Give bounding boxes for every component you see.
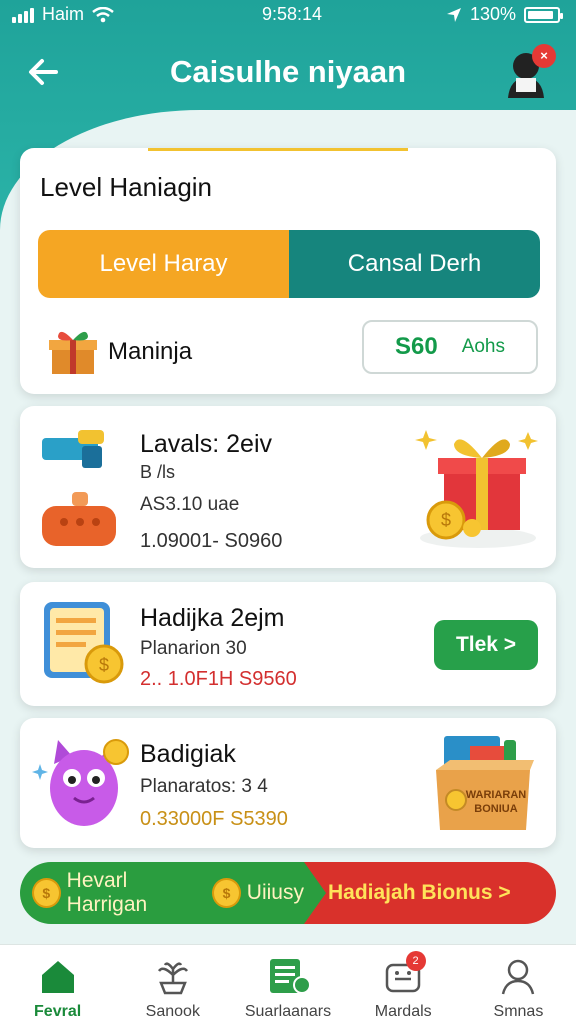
tab-level[interactable]: Level Haray — [38, 230, 289, 298]
bottom-tab-bar: Fevral Sanook Suarlaanars 2 Mardals Smna… — [0, 944, 576, 1025]
item-line-2: 2.. 1.0F1H S9560 — [140, 668, 297, 690]
level-card: Level Haniagin Level Haray Cansal Derh M… — [20, 148, 556, 394]
tab-home[interactable]: Fevral — [0, 945, 115, 1025]
banner-middle-text: Uiiusy — [246, 881, 304, 904]
svg-text:$: $ — [441, 510, 451, 530]
item-title: Lavals: 2eiv — [140, 430, 273, 458]
banner-right-text: Hadiajah Bionus > — [328, 881, 511, 904]
coin-icon: $ — [32, 878, 61, 908]
status-left: Haim — [12, 4, 114, 25]
tab-label: Mardals — [374, 1003, 432, 1020]
list-item[interactable]: $ Hadijka 2ejm Planarion 30 2.. 1.0F1H S… — [20, 582, 556, 706]
tab-label: Suarlaanars — [244, 1003, 332, 1020]
carrier-name: Haim — [42, 4, 85, 24]
item-line-1: Planaratos: 3 4 — [140, 776, 268, 797]
notification-badge: × — [532, 44, 556, 68]
item-line-2: 0.33000F S5390 — [140, 808, 288, 830]
list-item[interactable]: Lavals: 2eiv B /ls AS3.10 uae 1.09001- S… — [20, 406, 556, 568]
toaster-icon — [42, 492, 116, 546]
tab-label: Smnas — [493, 1003, 544, 1020]
tab-sanook[interactable]: Sanook — [115, 945, 230, 1025]
item-title: Hadijka 2ejm — [140, 604, 285, 632]
banner-left-text: Hevarl Harrigan — [66, 869, 148, 916]
tab-mardals[interactable]: 2 Mardals — [346, 945, 461, 1025]
battery-icon — [524, 6, 563, 23]
item-line-3: 1.09001- S0960 — [140, 530, 283, 552]
gift-box-icon — [49, 331, 97, 374]
svg-text:$: $ — [99, 655, 109, 675]
list-item[interactable]: Badigiak Planaratos: 3 4 0.33000F S5390 … — [20, 718, 556, 848]
banner-left: $ Hevarl Harrigan $ Uiiusy — [20, 862, 304, 924]
status-right: 130% — [446, 4, 563, 25]
status-bar: Haim 9:58:14 130% — [0, 0, 576, 30]
tab-badge: 2 — [405, 951, 426, 971]
tablet-icon: $ — [44, 602, 124, 684]
stack-icon — [42, 430, 104, 468]
status-time: 9:58:14 — [262, 4, 323, 24]
page-title: Caisulhe niyaan — [169, 54, 407, 89]
battery-percent: 130% — [469, 4, 516, 24]
tab-label: Fevral — [34, 1003, 82, 1020]
banner-divider — [304, 862, 326, 924]
wifi-icon — [92, 6, 114, 22]
tab-suarlaanars[interactable]: Suarlaanars — [230, 945, 345, 1025]
gift-coins-illustration: $ — [415, 430, 538, 548]
card-accent-line — [148, 148, 408, 151]
chat-list-icon — [270, 959, 310, 994]
reward-value: S60 — [394, 333, 438, 360]
reward-unit: Aohs — [461, 336, 505, 357]
banner-right: Hadiajah Bionus > — [304, 862, 556, 924]
reward-amount-pill[interactable]: S60 Aohs — [362, 320, 538, 374]
svg-text:BONIUA: BONIUA — [474, 803, 517, 815]
app-header: Caisulhe niyaan × — [0, 40, 576, 104]
item-line-1: B /ls — [140, 462, 176, 482]
plant-icon — [157, 962, 188, 995]
avatar[interactable]: × — [502, 44, 556, 100]
bonus-box-illustration: WARIARAN BONIUA — [436, 736, 534, 830]
coin-icon: $ — [212, 878, 241, 908]
level-card-title: Level Haniagin — [40, 172, 213, 202]
profile-icon — [502, 959, 535, 995]
svg-text:WARIARAN: WARIARAN — [466, 789, 527, 801]
item-line-1: Planarion 30 — [140, 638, 247, 659]
signal-icon — [12, 7, 34, 23]
home-icon — [41, 961, 74, 993]
item-action-button[interactable]: Tlek > — [434, 620, 538, 670]
level-tabs: Level Haray Cansal Derh — [38, 230, 540, 298]
tab-cansal[interactable]: Cansal Derh — [289, 230, 540, 298]
bonus-banner[interactable]: $ Hevarl Harrigan $ Uiiusy Hadiajah Bion… — [20, 862, 556, 924]
reward-label: Maninja — [108, 338, 193, 365]
monster-mascot-icon — [32, 739, 129, 826]
item-line-2: AS3.10 uae — [140, 494, 240, 515]
tab-label: Sanook — [145, 1003, 200, 1020]
item-title: Badigiak — [140, 740, 236, 768]
tab-smnas[interactable]: Smnas — [461, 945, 576, 1025]
location-icon — [446, 7, 461, 22]
